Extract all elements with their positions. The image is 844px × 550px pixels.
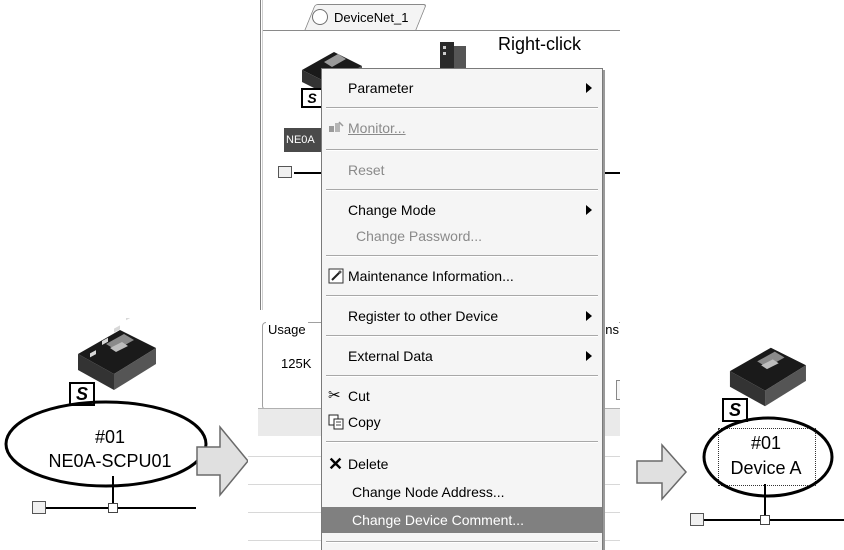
scroll-control[interactable] (616, 380, 620, 400)
menu-item-external-data[interactable]: External Data (322, 343, 602, 369)
menu-item-label: Copy (348, 414, 381, 430)
menu-item-label: Parameter (348, 80, 414, 96)
menu-separator (326, 107, 598, 109)
menu-item-register-to-other-device[interactable]: Register to other Device (322, 303, 602, 329)
window-border-inner (262, 0, 263, 310)
menu-item-label: Cut (348, 388, 370, 404)
window-border (260, 0, 261, 310)
menu-item-label: Monitor... (348, 120, 406, 136)
tap-icon (760, 515, 770, 525)
baud-rate-value: 125K (281, 356, 312, 371)
menu-item-change-node-address[interactable]: Change Node Address... (322, 479, 602, 505)
menu-separator (326, 295, 598, 297)
left-device-comment: NE0A-SCPU01 (48, 451, 172, 471)
submenu-arrow-icon (586, 351, 592, 361)
menu-item-label: External Data (348, 348, 433, 364)
menu-item-label: Change Password... (356, 228, 483, 244)
terminator-icon (690, 513, 704, 526)
menu-item-copy[interactable]: Copy (322, 409, 602, 435)
menu-item-change-mode[interactable]: Change Mode (322, 197, 602, 223)
badge-letter: S (307, 90, 317, 106)
menu-item-maintenance-information[interactable]: Maintenance Information... (322, 263, 602, 289)
maintenance-icon (328, 268, 344, 284)
network-trunk-line (44, 507, 196, 509)
menu-item-label: Change Device Comment... (352, 512, 524, 528)
menu-separator (326, 335, 598, 337)
menu-item-label: Reset (348, 162, 385, 178)
menu-item-delete[interactable]: ✕ Delete (322, 451, 602, 477)
right-node-number: #01 (750, 433, 782, 453)
delete-x-icon: ✕ (328, 454, 344, 474)
menu-item-monitor[interactable]: Monitor... (322, 115, 602, 141)
copy-icon (328, 414, 344, 430)
network-trunk-line (702, 519, 844, 521)
menu-separator (326, 149, 598, 151)
selected-device-label: NE0A (284, 128, 322, 152)
menu-separator (326, 441, 598, 443)
tab-underline (263, 30, 620, 31)
menu-separator (326, 189, 598, 191)
menu-item-change-password[interactable]: Change Password... (322, 223, 602, 249)
menu-item-label: Change Mode (348, 202, 436, 218)
menu-item-label: Change Node Address... (352, 484, 505, 500)
submenu-arrow-icon (586, 311, 592, 321)
devicenet-configurator-window: DeviceNet_1 S NE0A Right-click Usage ons… (248, 0, 620, 550)
terminator-icon (278, 166, 292, 178)
menu-item-cut[interactable]: ✂ Cut (322, 383, 602, 409)
menu-item-parameter[interactable]: Parameter (322, 75, 602, 101)
monitor-icon (329, 121, 344, 132)
menu-item-label: Maintenance Information... (348, 268, 514, 284)
terminator-icon (32, 501, 46, 514)
menu-item-label: Register to other Device (348, 308, 499, 324)
submenu-arrow-icon (586, 205, 592, 215)
network-status-icon (312, 9, 328, 25)
flow-arrow-icon (636, 443, 688, 501)
menu-separator (326, 541, 598, 543)
network-trunk-line (294, 172, 324, 174)
tab-devicenet[interactable]: DeviceNet_1 (312, 4, 408, 30)
flow-arrow-icon (196, 425, 249, 497)
safety-badge-icon: S (301, 88, 323, 108)
menu-item-change-device-comment[interactable]: Change Device Comment... (322, 507, 602, 533)
device-context-menu: Parameter Monitor... Reset Change Mode C… (321, 68, 603, 550)
menu-item-reset[interactable]: Reset (322, 157, 602, 183)
tap-icon (108, 503, 118, 513)
right-click-annotation: Right-click (498, 34, 582, 54)
tab-label: DeviceNet_1 (334, 9, 409, 25)
menu-separator (326, 255, 598, 257)
right-device-comment: Device A (730, 458, 802, 478)
usage-label: Usage (266, 322, 308, 337)
menu-separator (326, 375, 598, 377)
menu-item-label: Delete (348, 456, 389, 472)
left-node-number: #01 (94, 427, 126, 447)
submenu-arrow-icon (586, 83, 592, 93)
comment-highlight-ellipse (702, 416, 834, 498)
scissors-icon: ✂ (328, 387, 341, 404)
